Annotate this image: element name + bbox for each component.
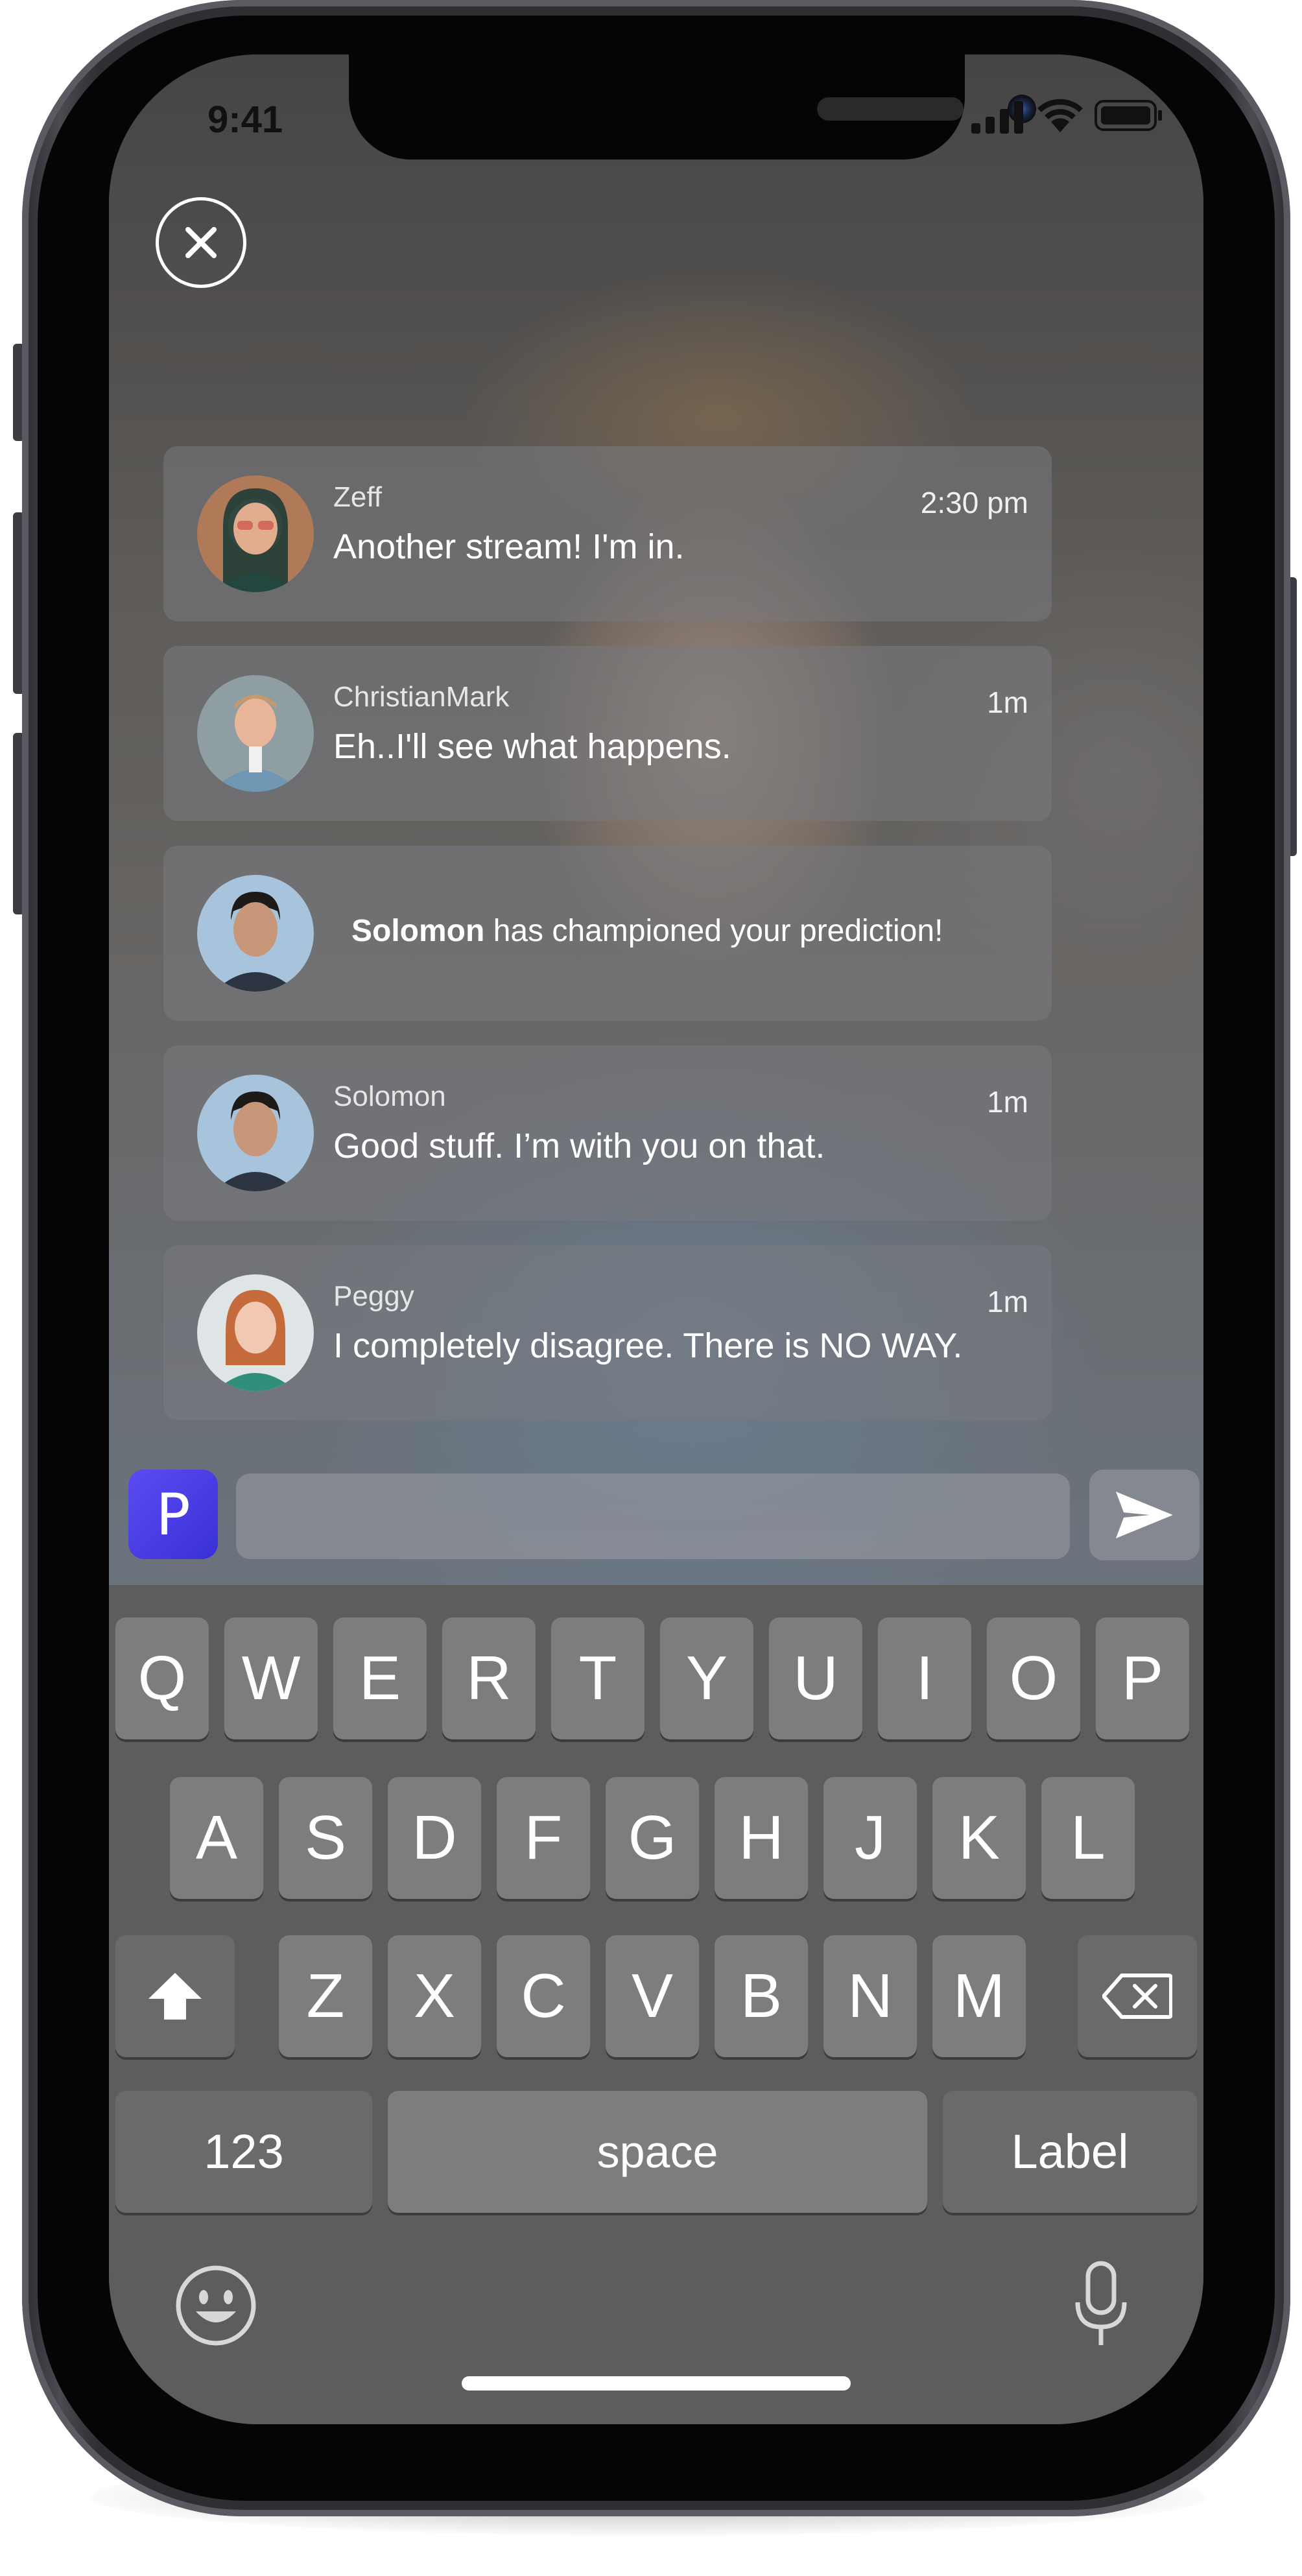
key-u[interactable]: U	[769, 1617, 862, 1739]
status-time: 9:41	[207, 99, 283, 141]
app-logo-button[interactable]: P	[128, 1470, 218, 1559]
avatar-solomon[interactable]	[197, 1075, 314, 1191]
notice-text: Solomon has championed your prediction!	[351, 913, 943, 949]
battery-icon	[1095, 100, 1162, 131]
wifi-icon	[1037, 99, 1083, 132]
shift-icon	[148, 1973, 202, 2020]
key-l[interactable]: L	[1041, 1777, 1135, 1899]
key-j[interactable]: J	[823, 1777, 917, 1899]
key-b[interactable]: B	[715, 1935, 808, 2057]
emoji-button[interactable]	[174, 2263, 258, 2348]
key-n[interactable]: N	[823, 1935, 917, 2057]
app-logo-letter: P	[156, 1481, 191, 1548]
message-text: I completely disagree. There is NO WAY.	[333, 1326, 963, 1365]
message-text: Good stuff. I’m with you on that.	[333, 1127, 825, 1165]
screen: 9:41 Zeff 2:30 pm Another stream! I'm in…	[109, 54, 1203, 2424]
return-key[interactable]: Label	[943, 2091, 1197, 2213]
message-input[interactable]	[236, 1473, 1070, 1559]
key-e[interactable]: E	[333, 1617, 427, 1739]
key-y[interactable]: Y	[660, 1617, 753, 1739]
keyboard: Q W E R T Y U I O P A S D F G H J K L Z …	[109, 1585, 1203, 2424]
message-time: 2:30 pm	[920, 486, 1028, 519]
chat-message[interactable]: Peggy 1m I completely disagree. There is…	[163, 1245, 1052, 1420]
championed-notice[interactable]: Solomon has championed your prediction!	[163, 846, 1052, 1021]
message-time: 1m	[987, 1085, 1028, 1119]
message-time: 1m	[987, 1285, 1028, 1318]
avatar-solomon[interactable]	[197, 875, 314, 992]
shift-key[interactable]	[115, 1935, 235, 2057]
avatar-zeff[interactable]	[197, 475, 314, 592]
key-x[interactable]: X	[388, 1935, 481, 2057]
avatar-christianmark[interactable]	[197, 675, 314, 792]
microphone-icon	[1075, 2261, 1127, 2345]
key-i[interactable]: I	[878, 1617, 971, 1739]
delete-key[interactable]	[1078, 1935, 1197, 2057]
message-text: Eh..I'll see what happens.	[333, 727, 731, 766]
close-icon	[185, 227, 217, 258]
home-indicator[interactable]	[462, 2376, 851, 2391]
dictation-button[interactable]	[1069, 2260, 1133, 2350]
key-m[interactable]: M	[932, 1935, 1026, 2057]
emoji-icon	[176, 2265, 256, 2346]
message-author: Zeff	[333, 481, 383, 513]
avatar-peggy[interactable]	[197, 1274, 314, 1391]
key-t[interactable]: T	[551, 1617, 645, 1739]
delete-icon	[1102, 1974, 1172, 2019]
send-button[interactable]	[1089, 1470, 1200, 1560]
space-key[interactable]: space	[388, 2091, 927, 2213]
key-s[interactable]: S	[279, 1777, 372, 1899]
notice-message: has championed your prediction!	[484, 914, 943, 948]
key-h[interactable]: H	[715, 1777, 808, 1899]
key-z[interactable]: Z	[279, 1935, 372, 2057]
earpiece-speaker	[817, 97, 964, 121]
message-time: 1m	[987, 686, 1028, 719]
message-text: Another stream! I'm in.	[333, 527, 685, 566]
key-r[interactable]: R	[442, 1617, 536, 1739]
chat-message[interactable]: Solomon 1m Good stuff. I’m with you on t…	[163, 1045, 1052, 1221]
chat-composer: P	[109, 1463, 1203, 1560]
key-g[interactable]: G	[606, 1777, 699, 1899]
key-o[interactable]: O	[987, 1617, 1080, 1739]
key-k[interactable]: K	[932, 1777, 1026, 1899]
chat-message[interactable]: ChristianMark 1m Eh..I'll see what happe…	[163, 646, 1052, 821]
message-author: Peggy	[333, 1280, 414, 1312]
key-c[interactable]: C	[497, 1935, 590, 2057]
status-icons	[971, 93, 1166, 139]
signal-icon	[971, 101, 1023, 134]
key-f[interactable]: F	[497, 1777, 590, 1899]
numbers-key[interactable]: 123	[115, 2091, 372, 2213]
message-author: Solomon	[333, 1080, 446, 1112]
message-author: ChristianMark	[333, 681, 510, 713]
notice-actor: Solomon	[351, 914, 485, 948]
close-button[interactable]	[156, 197, 246, 288]
key-p[interactable]: P	[1096, 1617, 1189, 1739]
chat-message[interactable]: Zeff 2:30 pm Another stream! I'm in.	[163, 446, 1052, 621]
send-icon	[1116, 1492, 1173, 1538]
key-v[interactable]: V	[606, 1935, 699, 2057]
key-q[interactable]: Q	[115, 1617, 209, 1739]
key-w[interactable]: W	[224, 1617, 318, 1739]
key-d[interactable]: D	[388, 1777, 481, 1899]
key-a[interactable]: A	[170, 1777, 263, 1899]
notch	[349, 54, 1036, 160]
